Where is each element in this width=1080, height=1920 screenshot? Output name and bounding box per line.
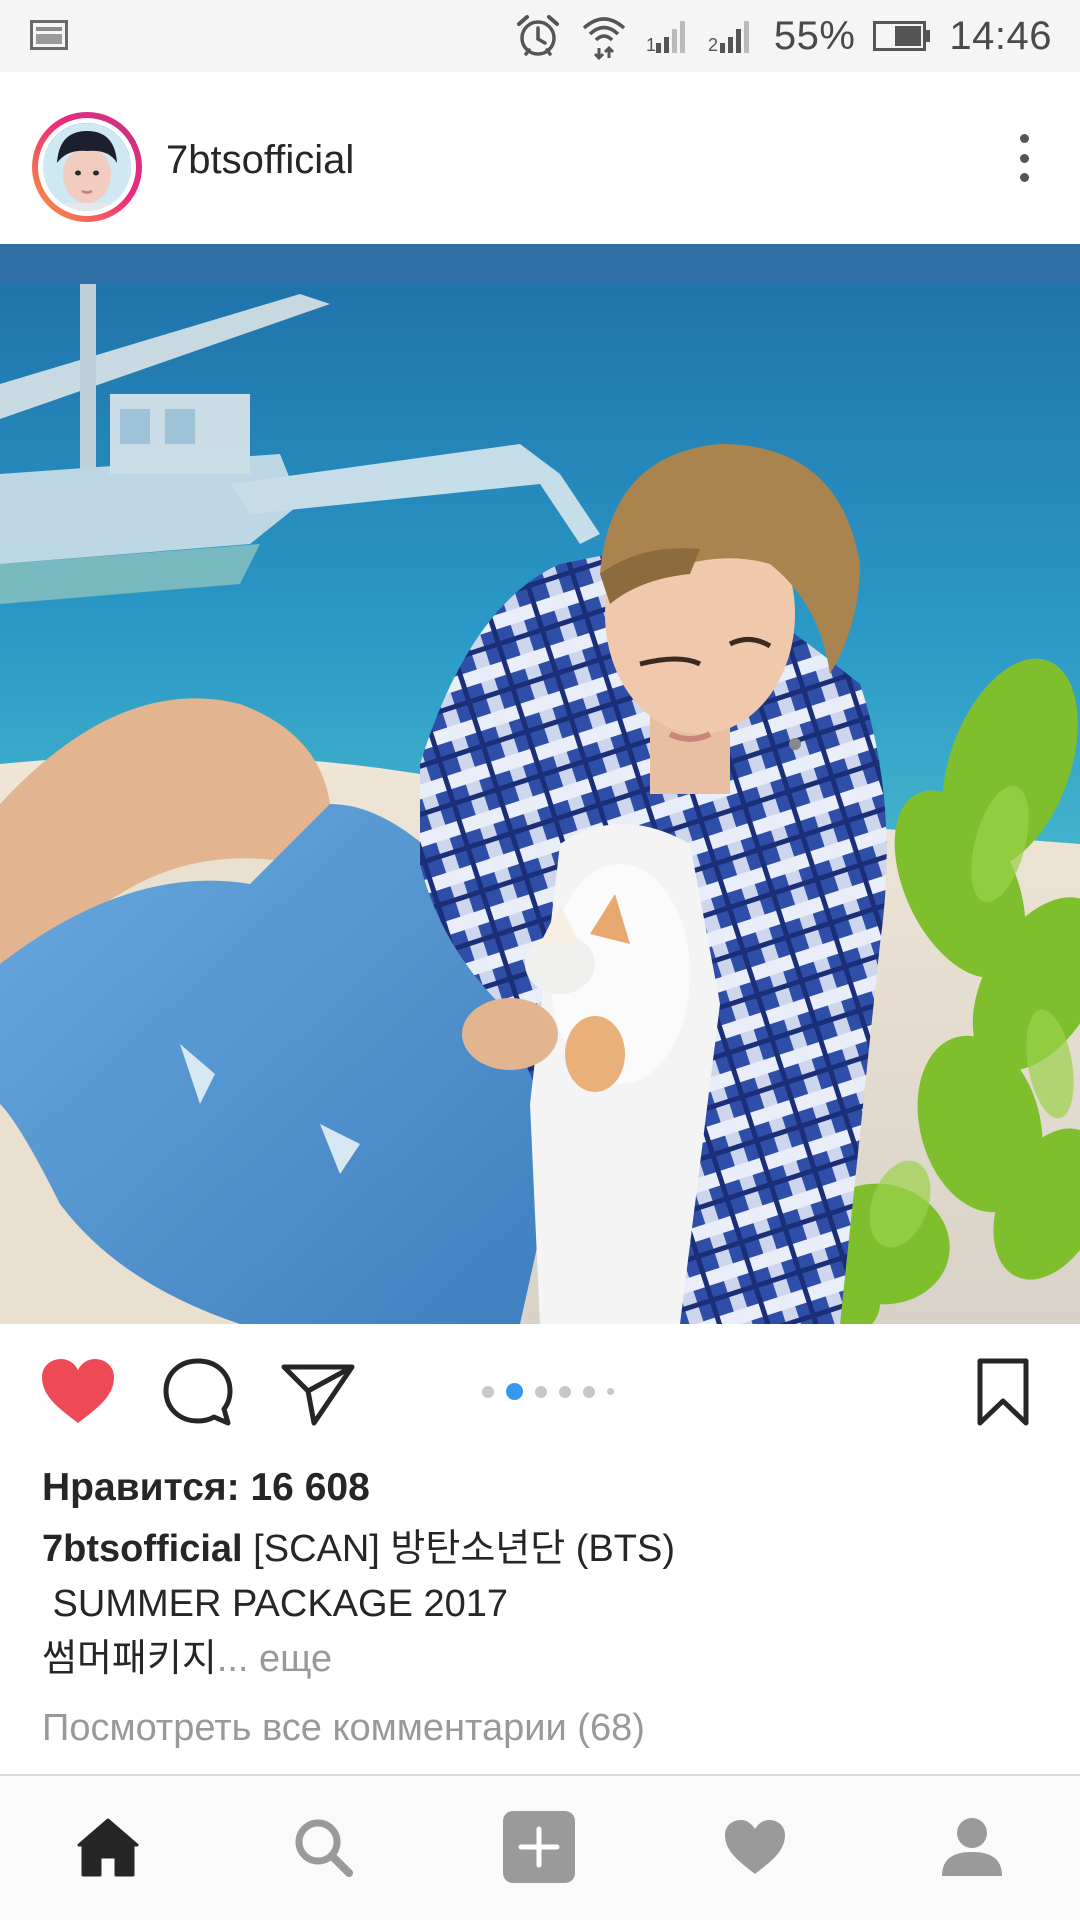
bookmark-icon[interactable] <box>976 1357 1030 1432</box>
carousel-dot <box>535 1385 547 1398</box>
nav-search[interactable] <box>283 1814 363 1884</box>
caption-line-3: 썸머패키지... еще <box>42 1632 1042 1687</box>
caption-username[interactable]: 7btsofficial <box>42 1528 243 1570</box>
more-options-button[interactable] <box>1012 128 1036 188</box>
signal-2-icon: 2 <box>708 19 756 53</box>
home-icon <box>76 1817 140 1882</box>
post-actions <box>0 1324 1080 1454</box>
instagram-post-screen: 1 2 55% 14:46 7btsofficial Нравится: 16 … <box>0 0 1080 1920</box>
profile-icon <box>940 1816 1004 1883</box>
carousel-dot <box>482 1385 494 1398</box>
avatar-photo <box>43 123 131 211</box>
activity-heart-icon <box>723 1818 787 1881</box>
carousel-dot <box>583 1385 595 1398</box>
add-post-icon <box>503 1810 575 1888</box>
svg-text:1: 1 <box>646 35 656 53</box>
likes-count[interactable]: Нравится: 16 608 <box>42 1466 370 1510</box>
post-caption: 7btsofficial [SCAN] 방탄소년단 (BTS) SUMMER P… <box>42 1522 1042 1687</box>
signal-1-icon: 1 <box>646 19 690 53</box>
share-send-icon[interactable] <box>280 1361 356 1432</box>
nav-activity[interactable] <box>715 1814 795 1884</box>
bottom-navigation <box>0 1774 1080 1920</box>
caption-more-link[interactable]: ... еще <box>217 1638 332 1680</box>
caption-text-2: SUMMER PACKAGE 2017 <box>42 1583 509 1625</box>
status-time: 14:46 <box>949 13 1052 58</box>
carousel-dot <box>607 1388 614 1395</box>
screenshot-icon <box>30 20 68 50</box>
status-bar: 1 2 55% 14:46 <box>0 0 1080 72</box>
wifi-icon <box>580 12 628 60</box>
battery-icon <box>873 21 931 51</box>
nav-profile[interactable] <box>932 1814 1012 1884</box>
more-vertical-icon <box>1019 134 1029 143</box>
carousel-dot <box>506 1383 523 1400</box>
comment-icon[interactable] <box>162 1357 234 1434</box>
like-heart-icon[interactable] <box>40 1357 116 1430</box>
nav-home[interactable] <box>68 1814 148 1884</box>
carousel-indicator <box>482 1383 614 1400</box>
view-all-comments-link[interactable]: Посмотреть все комментарии (68) <box>42 1707 645 1750</box>
caption-line-1: 7btsofficial [SCAN] 방탄소년단 (BTS) <box>42 1522 1042 1577</box>
search-icon <box>291 1815 355 1884</box>
battery-percent: 55% <box>773 13 856 58</box>
post-username[interactable]: 7btsofficial <box>166 138 354 183</box>
nav-add-post[interactable] <box>499 1810 579 1884</box>
caption-text-3: 썸머패키지 <box>42 1638 217 1680</box>
post-photo[interactable] <box>0 244 1080 1324</box>
post-header: 7btsofficial <box>0 72 1080 244</box>
avatar[interactable] <box>32 112 142 222</box>
carousel-dot <box>559 1385 571 1398</box>
alarm-icon <box>514 12 562 60</box>
caption-text-1: [SCAN] 방탄소년단 (BTS) <box>253 1528 675 1570</box>
svg-text:2: 2 <box>708 35 718 53</box>
